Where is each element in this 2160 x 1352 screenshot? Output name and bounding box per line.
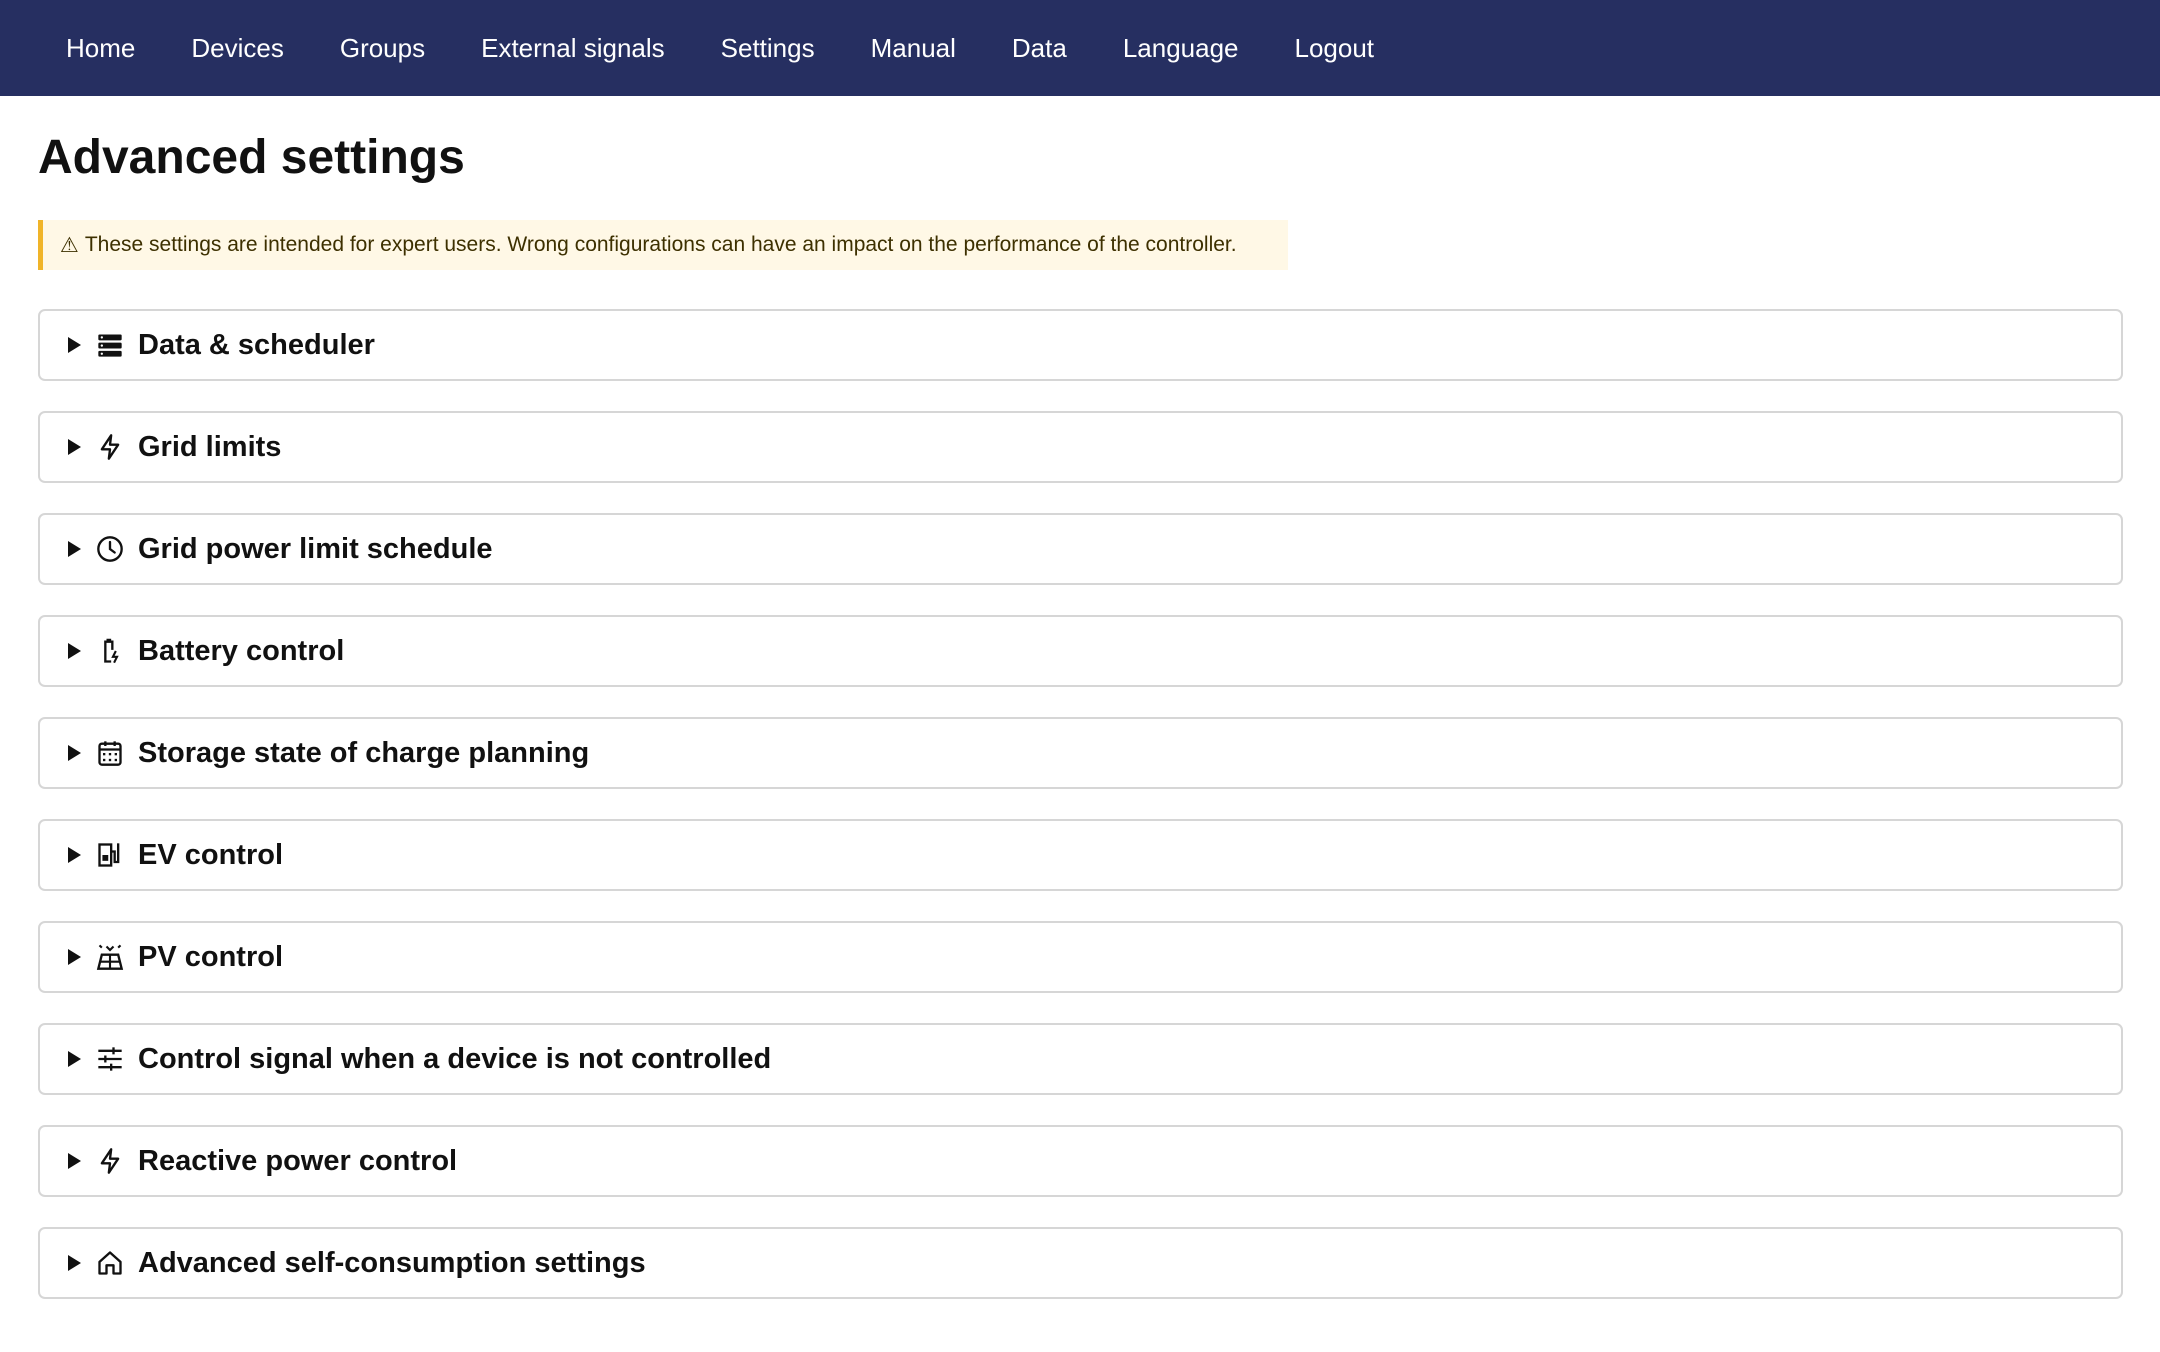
section-data-scheduler[interactable]: Data & scheduler [38,309,2123,381]
warning-icon: ⚠ [60,233,79,257]
section-label: Storage state of charge planning [138,736,590,769]
nav-external-signals[interactable]: External signals [453,0,693,96]
caret-right-icon [68,1153,81,1169]
section-label: Data & scheduler [138,328,375,361]
server-icon [96,331,124,359]
caret-right-icon [68,643,81,659]
section-label: Control signal when a device is not cont… [138,1042,772,1075]
nav-groups[interactable]: Groups [312,0,453,96]
section-label: EV control [138,838,284,871]
top-navbar: Home Devices Groups External signals Set… [0,0,2160,96]
battery-charging-icon [96,637,124,665]
section-pv-control[interactable]: PV control [38,921,2123,993]
ev-station-icon [96,841,124,869]
section-label: Advanced self-consumption settings [138,1246,646,1279]
caret-right-icon [68,847,81,863]
caret-right-icon [68,745,81,761]
section-reactive-power-control[interactable]: Reactive power control [38,1125,2123,1197]
nav-logout[interactable]: Logout [1267,0,1403,96]
caret-right-icon [68,949,81,965]
caret-right-icon [68,1051,81,1067]
section-ev-control[interactable]: EV control [38,819,2123,891]
section-label: Reactive power control [138,1144,458,1177]
caret-right-icon [68,337,81,353]
home-icon [96,1249,124,1277]
nav-home[interactable]: Home [38,0,163,96]
bolt-icon [96,433,124,461]
section-grid-power-limit-schedule[interactable]: Grid power limit schedule [38,513,2123,585]
nav-manual[interactable]: Manual [843,0,984,96]
clock-icon [96,535,124,563]
section-grid-limits[interactable]: Grid limits [38,411,2123,483]
section-battery-control[interactable]: Battery control [38,615,2123,687]
page-title: Advanced settings [38,131,465,184]
section-label: Grid limits [138,430,282,463]
warning-banner: ⚠ These settings are intended for expert… [38,220,1288,270]
caret-right-icon [68,1255,81,1271]
nav-language[interactable]: Language [1095,0,1267,96]
warning-text: These settings are intended for expert u… [84,233,1237,256]
section-advanced-self-consumption[interactable]: Advanced self-consumption settings [38,1227,2123,1299]
section-label: Battery control [138,634,345,667]
nav-data[interactable]: Data [984,0,1095,96]
sliders-icon [96,1045,124,1073]
caret-right-icon [68,541,81,557]
caret-right-icon [68,439,81,455]
section-label: Grid power limit schedule [138,532,493,565]
section-storage-soc-planning[interactable]: Storage state of charge planning [38,717,2123,789]
nav-settings[interactable]: Settings [693,0,843,96]
bolt-icon [96,1147,124,1175]
solar-panel-icon [96,943,124,971]
section-label: PV control [138,940,284,973]
section-control-signal-not-controlled[interactable]: Control signal when a device is not cont… [38,1023,2123,1095]
calendar-icon [96,739,124,767]
nav-devices[interactable]: Devices [163,0,311,96]
settings-sections: Data & scheduler Grid limits Grid power … [38,309,2123,1329]
